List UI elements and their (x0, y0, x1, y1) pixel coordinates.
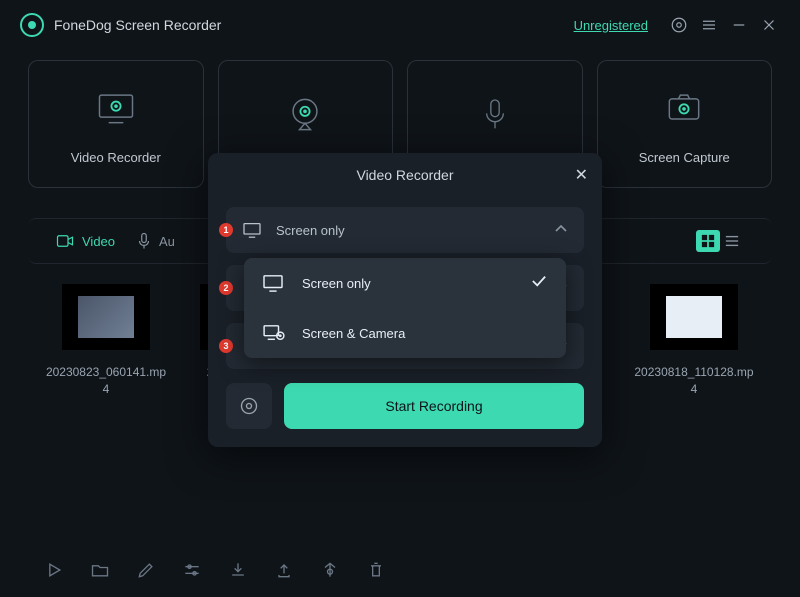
app-logo-icon (20, 13, 44, 37)
app-title: FoneDog Screen Recorder (54, 17, 221, 33)
titlebar: FoneDog Screen Recorder Unregistered (0, 0, 800, 50)
thumbnail (650, 284, 738, 350)
close-icon[interactable]: ✕ (575, 165, 588, 185)
settings-gear-icon[interactable] (668, 14, 690, 36)
monitor-icon (262, 274, 288, 292)
trash-icon[interactable] (366, 560, 386, 580)
play-icon[interactable] (44, 560, 64, 580)
grid-view-button[interactable] (696, 230, 720, 252)
step-badge: 2 (219, 281, 233, 295)
list-view-button[interactable] (720, 230, 744, 252)
gallery-item[interactable]: 20230818_110128.mp4 (632, 284, 756, 447)
tab-label: Au (159, 234, 175, 249)
modal-actions: Start Recording (226, 383, 584, 429)
microphone-icon (471, 91, 519, 139)
option-label: Screen only (302, 276, 530, 291)
file-name: 20230823_060141.mp4 (44, 364, 168, 398)
step-badge: 1 (219, 223, 233, 237)
start-recording-button[interactable]: Start Recording (284, 383, 584, 429)
mode-screen-capture[interactable]: Screen Capture (597, 60, 773, 188)
gallery-item[interactable]: 20230823_060141.mp4 (44, 284, 168, 447)
option-label: Screen & Camera (302, 326, 548, 341)
button-label: Start Recording (385, 398, 482, 414)
thumbnail (62, 284, 150, 350)
dropdown-option-screen-only[interactable]: Screen only (244, 258, 566, 308)
tab-audio[interactable]: Au (137, 232, 175, 250)
modal-header: Video Recorder ✕ (208, 153, 602, 197)
tab-video[interactable]: Video (56, 234, 115, 249)
monitor-icon (242, 222, 264, 238)
check-icon (530, 274, 548, 293)
webcam-icon (281, 91, 329, 139)
folder-icon[interactable] (90, 560, 110, 580)
source-dropdown: Screen only Screen & Camera (244, 258, 566, 358)
close-icon[interactable] (758, 14, 780, 36)
step-badge: 3 (219, 339, 233, 353)
settings-button[interactable] (226, 383, 272, 429)
mode-label: Screen Capture (639, 150, 730, 165)
mode-label: Video Recorder (71, 150, 161, 165)
monitor-camera-icon (262, 324, 288, 342)
tab-label: Video (82, 234, 115, 249)
file-name: 20230818_110128.mp4 (632, 364, 756, 398)
chevron-up-icon (554, 221, 568, 239)
dropdown-option-screen-camera[interactable]: Screen & Camera (244, 308, 566, 358)
mode-video-recorder[interactable]: Video Recorder (28, 60, 204, 188)
download-icon[interactable] (228, 560, 248, 580)
menu-icon[interactable] (698, 14, 720, 36)
convert-icon[interactable] (320, 560, 340, 580)
modal-title: Video Recorder (356, 167, 453, 183)
upload-icon[interactable] (274, 560, 294, 580)
bottom-toolbar (0, 543, 800, 597)
minimize-icon[interactable] (728, 14, 750, 36)
camera-icon (660, 84, 708, 132)
sliders-icon[interactable] (182, 560, 202, 580)
view-toggle (696, 230, 744, 252)
source-selector[interactable]: 1 Screen only (226, 207, 584, 253)
unregistered-link[interactable]: Unregistered (574, 18, 648, 33)
edit-icon[interactable] (136, 560, 156, 580)
selector-value: Screen only (276, 223, 554, 238)
monitor-icon (92, 84, 140, 132)
